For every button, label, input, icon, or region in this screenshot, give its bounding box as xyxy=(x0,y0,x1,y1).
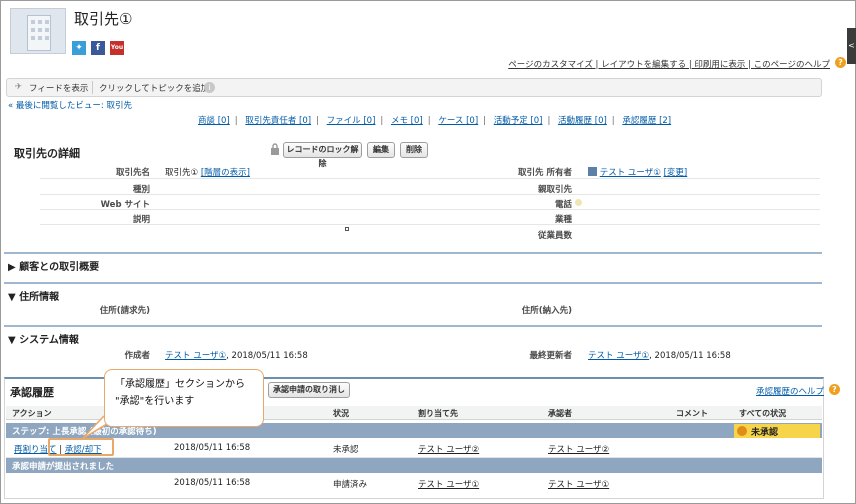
field-label-account-name: 取引先名 xyxy=(115,168,150,178)
facebook-icon[interactable]: f xyxy=(91,41,105,55)
created-by-value: テスト ユーザ①, 2018/05/11 16:58 xyxy=(165,351,308,361)
row2-approver-link[interactable]: テスト ユーザ① xyxy=(548,478,609,490)
show-feed-link[interactable]: フィードを表示 xyxy=(29,82,88,94)
pending-icon xyxy=(737,426,747,436)
account-logo xyxy=(10,8,66,54)
row1-assignee-link[interactable]: テスト ユーザ② xyxy=(418,443,479,455)
related-link-activity-history[interactable]: 活動履歴 [0] xyxy=(558,116,607,126)
row2-status: 申請済み xyxy=(333,480,368,490)
section-divider xyxy=(4,252,822,254)
field-label-employees: 従業員数 xyxy=(537,231,572,241)
col-overall-status: すべての状況 xyxy=(739,409,787,418)
modified-by-value: テスト ユーザ①, 2018/05/11 16:58 xyxy=(588,351,731,361)
related-link-contacts[interactable]: 取引先責任者 [0] xyxy=(245,116,311,126)
recall-approval-button[interactable]: 承認申請の取り消し xyxy=(268,382,350,398)
pending-status-badge: 未承認 xyxy=(734,424,820,438)
system-section-toggle[interactable]: ▼ システム情報 xyxy=(8,331,79,346)
help-icon[interactable]: ? xyxy=(835,57,846,68)
row-divider xyxy=(40,178,820,179)
row2-assignee-link[interactable]: テスト ユーザ① xyxy=(418,478,479,490)
feed-icon: ✈ xyxy=(15,82,23,92)
col-status: 状況 xyxy=(333,409,349,418)
info-icon[interactable]: i xyxy=(204,82,215,93)
approval-help-link[interactable]: 承認履歴のヘルプ xyxy=(756,385,824,397)
youtube-icon[interactable]: You Tube xyxy=(110,41,126,65)
add-topic-link[interactable]: クリックしてトピックを追加 xyxy=(99,82,209,94)
related-link-notes[interactable]: メモ [0] xyxy=(391,116,423,126)
related-link-open-activities[interactable]: 活動予定 [0] xyxy=(494,116,543,126)
row-divider xyxy=(40,194,820,195)
section-divider xyxy=(4,325,822,327)
approval-submitted-row: 承認申請が提出されました xyxy=(6,458,822,473)
field-value-account-name: 取引先① [階層の表示] xyxy=(165,168,250,178)
annotation-callout: 「承認履歴」セクションから "承認"を行います xyxy=(104,369,264,427)
top-links[interactable]: ページのカスタマイズ | レイアウトを編集する | 印刷用に表示 | このページ… xyxy=(508,58,830,70)
lock-icon xyxy=(271,143,279,155)
row1-approver-link[interactable]: テスト ユーザ② xyxy=(548,443,609,455)
modified-by-label: 最終更新者 xyxy=(529,351,572,361)
col-approver: 承認者 xyxy=(548,409,572,418)
row-divider xyxy=(40,209,820,210)
created-by-label: 作成者 xyxy=(124,351,150,361)
related-link-cases[interactable]: ケース [0] xyxy=(438,116,478,126)
twitter-icon[interactable]: ✦ xyxy=(72,41,86,55)
hierarchy-link[interactable]: [階層の表示] xyxy=(201,168,250,178)
row1-date: 2018/05/11 16:58 xyxy=(174,443,251,453)
field-value-owner: テスト ユーザ① [変更] xyxy=(588,166,687,178)
field-label-owner: 取引先 所有者 xyxy=(518,168,572,178)
sidebar-toggle[interactable]: < xyxy=(847,28,856,64)
shipping-address-label: 住所(納入先) xyxy=(521,306,572,316)
created-by-user-link[interactable]: テスト ユーザ① xyxy=(165,351,226,361)
related-link-approval-history[interactable]: 承認履歴 [2] xyxy=(622,116,671,126)
approval-history-title: 承認履歴 xyxy=(10,386,54,399)
approval-help-icon[interactable]: ? xyxy=(829,384,840,395)
unlock-record-button[interactable]: レコードのロック解除 xyxy=(283,142,362,168)
related-link-files[interactable]: ファイル [0] xyxy=(327,116,376,126)
modified-by-user-link[interactable]: テスト ユーザ① xyxy=(588,351,649,361)
related-list-links: 商談 [0] | 取引先責任者 [0] | ファイル [0] | メモ [0] | ケー… xyxy=(198,116,672,126)
building-icon xyxy=(27,15,51,51)
cursor-marker xyxy=(345,227,349,231)
feed-separator xyxy=(92,81,93,94)
col-assignee: 割り当て先 xyxy=(418,409,458,418)
col-comment: コメント xyxy=(676,409,708,418)
phone-icon xyxy=(575,199,582,206)
breadcrumb[interactable]: « 最後に閲覧したビュー: 取引先 xyxy=(8,99,132,111)
section-divider xyxy=(4,282,822,284)
user-icon xyxy=(588,167,597,176)
row1-status: 未承認 xyxy=(333,445,359,455)
address-section-toggle[interactable]: ▼ 住所情報 xyxy=(8,288,59,303)
edit-button[interactable]: 編集 xyxy=(367,142,395,158)
change-owner-link[interactable]: [変更] xyxy=(664,168,688,178)
feed-bar: ✈ フィードを表示 クリックしてトピックを追加 i xyxy=(6,78,822,97)
billing-address-label: 住所(請求先) xyxy=(99,306,150,316)
related-link-opportunities[interactable]: 商談 [0] xyxy=(198,116,230,126)
row2-date: 2018/05/11 16:58 xyxy=(174,478,251,488)
customer-summary-toggle[interactable]: ▶ 顧客との取引概要 xyxy=(8,258,99,273)
page-title: 取引先① xyxy=(74,10,133,28)
owner-link[interactable]: テスト ユーザ① xyxy=(600,168,661,178)
row-divider xyxy=(40,224,820,225)
col-action: アクション xyxy=(12,409,52,418)
detail-section-title: 取引先の詳細 xyxy=(14,147,80,160)
delete-button[interactable]: 削除 xyxy=(400,142,428,158)
